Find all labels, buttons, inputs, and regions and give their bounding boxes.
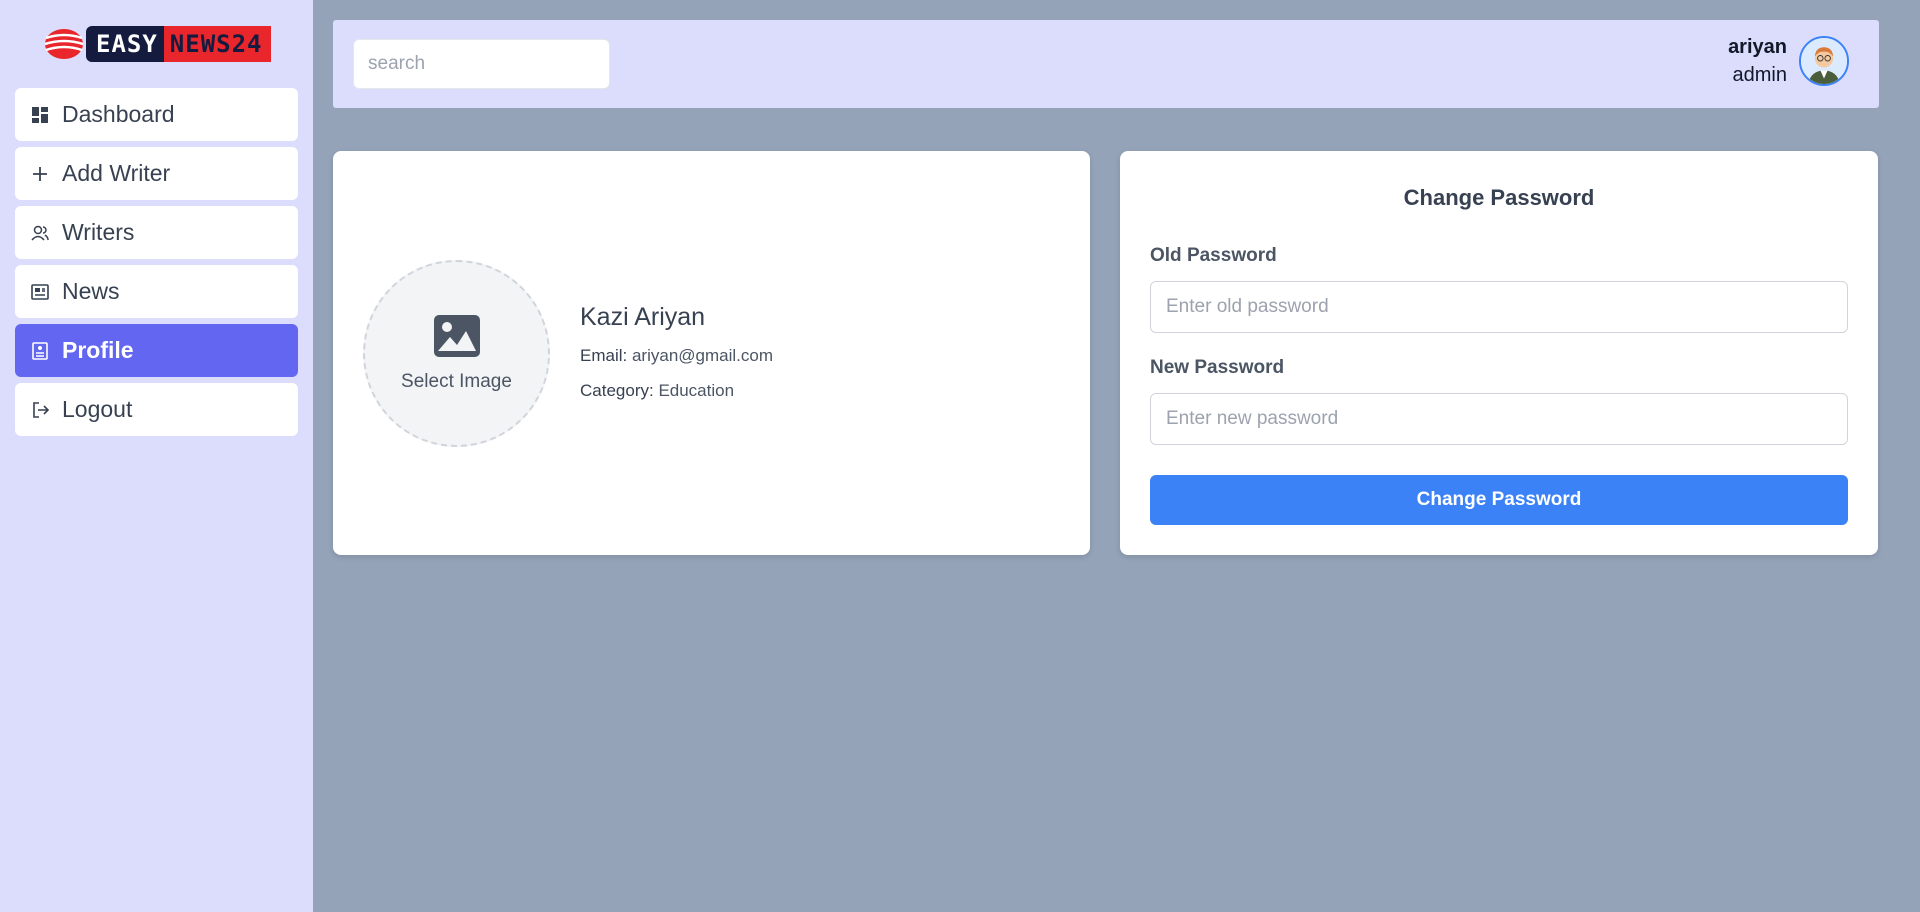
profile-info: Kazi Ariyan Email: ariyan@gmail.com Cate… [580,303,773,416]
brand-logo[interactable]: EASY NEWS24 [44,26,271,62]
select-image-label: Select Image [401,370,512,392]
image-icon [433,314,480,357]
sidebar: EASY NEWS24 Dashboard Add Writer Writers [0,0,313,912]
sidebar-nav: Dashboard Add Writer Writers News Profil… [15,88,298,442]
email-value: ariyan@gmail.com [631,346,773,365]
sidebar-item-logout[interactable]: Logout [15,383,298,436]
sidebar-item-label: Dashboard [62,101,175,127]
sidebar-item-label: Add Writer [62,160,171,186]
select-image-button[interactable]: Select Image [363,260,550,447]
user-info: ariyan admin [1728,33,1787,89]
profile-icon [29,340,51,362]
logo-text-easy: EASY [86,26,164,62]
sidebar-item-label: News [62,278,120,304]
sidebar-item-profile[interactable]: Profile [15,324,298,377]
profile-card: Select Image Kazi Ariyan Email: ariyan@g… [333,151,1090,555]
logo-text-news: NEWS24 [163,26,271,62]
logo-globe-icon [44,29,84,59]
plus-icon [29,163,51,185]
profile-email-row: Email: ariyan@gmail.com [580,346,773,366]
change-password-button[interactable]: Change Password [1150,475,1848,525]
newspaper-icon [29,281,51,303]
sidebar-item-news[interactable]: News [15,265,298,318]
category-label: Category: [580,381,654,400]
change-password-card: Change Password Old Password New Passwor… [1120,151,1878,555]
profile-name: Kazi Ariyan [580,303,706,331]
top-header: ariyan admin [333,20,1879,108]
new-password-field[interactable] [1150,393,1848,445]
sidebar-item-add-writer[interactable]: Add Writer [15,147,298,200]
email-label: Email: [580,346,628,365]
avatar[interactable] [1799,36,1849,86]
search-input[interactable] [353,39,610,89]
category-value: Education [658,381,735,400]
new-password-label: New Password [1150,357,1285,378]
sidebar-item-label: Writers [62,219,135,245]
sidebar-item-writers[interactable]: Writers [15,206,298,259]
dashboard-icon [29,104,51,126]
profile-category-row: Category: Education [580,381,773,401]
old-password-label: Old Password [1150,245,1277,266]
sidebar-item-label: Profile [62,337,134,363]
change-password-title: Change Password [1403,185,1595,210]
sidebar-item-dashboard[interactable]: Dashboard [15,88,298,141]
user-name: ariyan [1728,36,1787,58]
old-password-field[interactable] [1150,281,1848,333]
logout-icon [29,399,51,421]
users-icon [29,222,51,244]
user-role: admin [1732,64,1787,86]
user-menu[interactable]: ariyan admin [1728,33,1879,89]
sidebar-item-label: Logout [62,396,133,422]
